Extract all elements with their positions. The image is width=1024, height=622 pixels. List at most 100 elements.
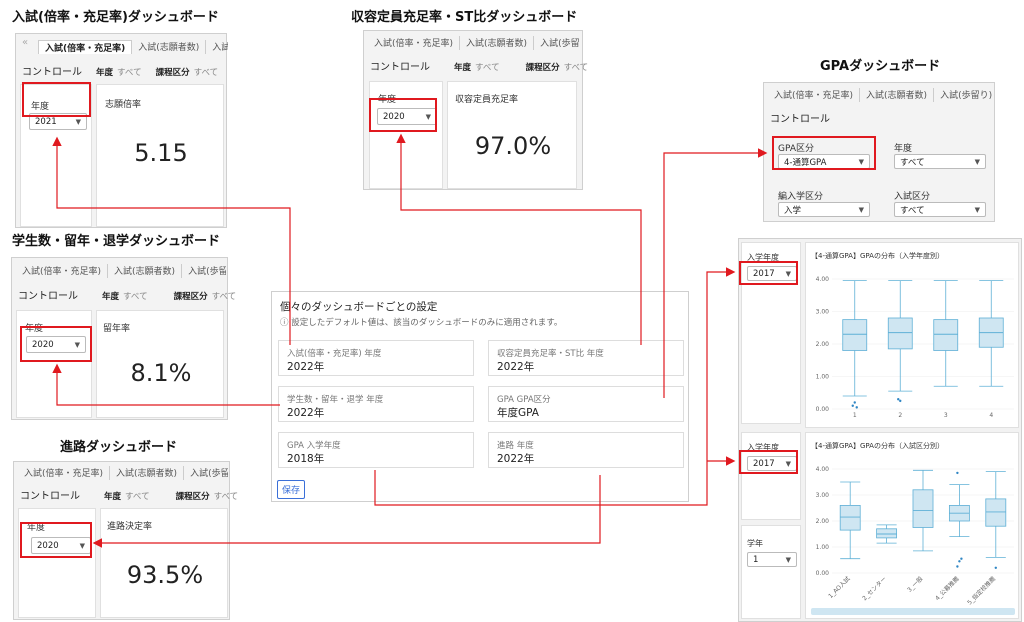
horizontal-scrollbar[interactable] <box>811 608 1015 615</box>
settings-field-gpa-type[interactable]: GPA GPA区分 年度GPA <box>488 386 684 422</box>
career-tabs: 入試(倍率・充足率) 入試(志願者数) 入試(歩留り) <box>18 466 228 480</box>
outlier-point <box>853 401 856 404</box>
transfer-label: 編入学区分 <box>778 192 824 202</box>
highlight-career-year <box>20 522 92 558</box>
highlight-top-entry-year <box>739 261 798 285</box>
x-tick-label: 2_センター <box>861 575 888 602</box>
field-label: GPA GPA区分 <box>497 395 551 405</box>
field-label: 進路 年度 <box>497 441 534 451</box>
tab-applicants[interactable]: 入試(志願者数) <box>110 466 185 480</box>
outlier-point <box>855 406 858 409</box>
admission-dashboard-panel: « 入試(倍率・充足率) 入試(志願者数) 入試(歩 コントロール年度すべて課程… <box>15 33 228 228</box>
year-filter-value[interactable]: すべて <box>117 68 142 78</box>
box-iqr <box>887 317 913 350</box>
x-tick-label: 1 <box>853 412 857 419</box>
save-button[interactable]: 保存 <box>277 480 306 499</box>
year-filter-value[interactable]: すべて <box>125 492 150 502</box>
capacity-control-bar: コントロール 年度 すべて 課程区分 すべて <box>370 58 588 73</box>
chevron-down-icon: ▼ <box>785 555 791 564</box>
tab-applicants[interactable]: 入試(志願者数) <box>460 36 535 50</box>
metric-value: 5.15 <box>134 139 188 167</box>
tab-admission-ratio[interactable]: 入試(倍率・充足率) <box>368 36 461 50</box>
x-tick-label: 2 <box>898 412 902 419</box>
x-tick-label: 1_AO入試 <box>826 575 851 600</box>
students-metric-card: 留年率 8.1% <box>96 310 224 418</box>
control-heading: コントロール <box>22 67 82 78</box>
y-tick-label: 2.00 <box>816 341 830 348</box>
tab-yield[interactable]: 入試(歩留り) <box>182 264 226 278</box>
students-control-bar: コントロール 年度 すべて 課程区分 すべて <box>18 287 236 302</box>
box-iqr <box>985 498 1007 527</box>
year-filter-value[interactable]: すべて <box>123 292 148 302</box>
field-value: 2022年 <box>497 453 535 465</box>
metric-label: 収容定員充足率 <box>455 95 519 105</box>
settings-field-career-year[interactable]: 進路 年度 2022年 <box>488 432 684 468</box>
students-tabs: 入試(倍率・充足率) 入試(志願者数) 入試(歩留り) <box>16 264 226 278</box>
tab-yield[interactable]: 入試(歩 <box>206 40 228 54</box>
y-tick-label: 0.00 <box>816 406 830 413</box>
tab-yield[interactable]: 入試(歩留り) <box>184 466 228 480</box>
control-heading: コントロール <box>370 62 430 73</box>
box-iqr <box>876 528 898 539</box>
metric-value: 97.0% <box>474 132 552 160</box>
gpa-year-value: すべて <box>900 157 925 168</box>
course-filter-value[interactable]: すべて <box>564 63 589 73</box>
control-heading: コントロール <box>18 291 78 302</box>
course-filter-value[interactable]: すべて <box>212 292 237 302</box>
admission-dashboard-title: 入試(倍率・充足率)ダッシュボード <box>12 10 219 25</box>
transfer-value: 入学 <box>784 205 802 216</box>
tab-admission-ratio[interactable]: 入試(倍率・充足率) <box>16 264 109 278</box>
bottom-chart-card: 【4-通算GPA】GPAの分布（入試区分別） 0.00 1.00 2.00 3.00 4… <box>805 432 1019 619</box>
settings-title: 個々のダッシュボードごとの設定 <box>280 301 438 313</box>
gpa-tabs: 入試(倍率・充足率) 入試(志願者数) 入試(歩留り) <box>768 88 992 102</box>
y-tick-label: 2.00 <box>816 518 830 525</box>
y-tick-label: 3.00 <box>816 309 830 316</box>
tab-admission-ratio[interactable]: 入試(倍率・充足率) <box>18 466 111 480</box>
year-filter-value[interactable]: すべて <box>475 63 500 73</box>
gpa-year-select[interactable]: すべて ▼ <box>894 154 986 169</box>
bottom-filter-card: 入学年度 2017 ▼ <box>741 432 801 520</box>
tab-yield[interactable]: 入試(歩留り) <box>934 88 992 102</box>
exam-type-select[interactable]: すべて ▼ <box>894 202 986 217</box>
admission-tabs: 入試(倍率・充足率) 入試(志願者数) 入試(歩 <box>38 40 228 54</box>
capacity-metric-card: 収容定員充足率 97.0% <box>447 81 577 189</box>
admission-control-bar: コントロール 年度 すべて 課程区分 すべて <box>22 63 218 78</box>
metric-label: 留年率 <box>103 324 131 334</box>
y-tick-label: 1.00 <box>816 544 830 551</box>
field-value: 2022年 <box>497 361 535 373</box>
outlier-point <box>958 560 961 563</box>
tab-admission-ratio[interactable]: 入試(倍率・充足率) <box>38 40 133 54</box>
field-label: GPA 入学年度 <box>287 441 341 451</box>
transfer-select[interactable]: 入学 ▼ <box>778 202 870 217</box>
y-tick-label: 0.00 <box>816 570 830 577</box>
grade-select[interactable]: 1 ▼ <box>747 552 797 567</box>
admission-metric-card: 志願倍率 5.15 <box>96 84 224 227</box>
y-tick-label: 3.00 <box>816 492 830 499</box>
course-filter-label: 課程区分 <box>525 63 560 73</box>
course-filter-value[interactable]: すべて <box>194 68 219 78</box>
settings-panel: 個々のダッシュボードごとの設定 ⓘ 設定したデフォルト値は、該当のダッシュボード… <box>271 291 689 502</box>
tab-applicants[interactable]: 入試(志願者数) <box>132 40 207 54</box>
outlier-point <box>956 471 959 475</box>
tab-applicants[interactable]: 入試(志願者数) <box>860 88 935 102</box>
tab-applicants[interactable]: 入試(志願者数) <box>108 264 183 278</box>
settings-field-capacity-year[interactable]: 収容定員充足率・ST比 年度 2022年 <box>488 340 684 376</box>
box-iqr <box>912 489 934 528</box>
course-filter-value[interactable]: すべて <box>214 492 239 502</box>
field-label: 学生数・留年・退学 年度 <box>287 395 384 405</box>
metric-label: 進路決定率 <box>107 522 153 532</box>
highlight-capacity-year <box>369 98 437 132</box>
top-chart-card: 【4-通算GPA】GPAの分布（入学年度別） 0.00 1.00 2.00 3.00 4… <box>805 242 1019 428</box>
gpa-distribution-panel: 入学年度 2017 ▼ 【4-通算GPA】GPAの分布（入学年度別） 0.00 1.… <box>738 238 1022 622</box>
course-filter-label: 課程区分 <box>155 68 190 78</box>
tab-admission-ratio[interactable]: 入試(倍率・充足率) <box>768 88 861 102</box>
collapse-left-icon[interactable]: « <box>22 37 28 48</box>
course-filter-label: 課程区分 <box>173 292 208 302</box>
outlier-point <box>960 557 963 560</box>
settings-field-gpa-year[interactable]: GPA 入学年度 2018年 <box>278 432 474 468</box>
outlier-point <box>851 404 854 407</box>
settings-field-admission-year[interactable]: 入試(倍率・充足率) 年度 2022年 <box>278 340 474 376</box>
tab-yield[interactable]: 入試(歩留り) <box>534 36 580 50</box>
grade-value: 1 <box>753 554 759 565</box>
settings-field-students-year[interactable]: 学生数・留年・退学 年度 2022年 <box>278 386 474 422</box>
